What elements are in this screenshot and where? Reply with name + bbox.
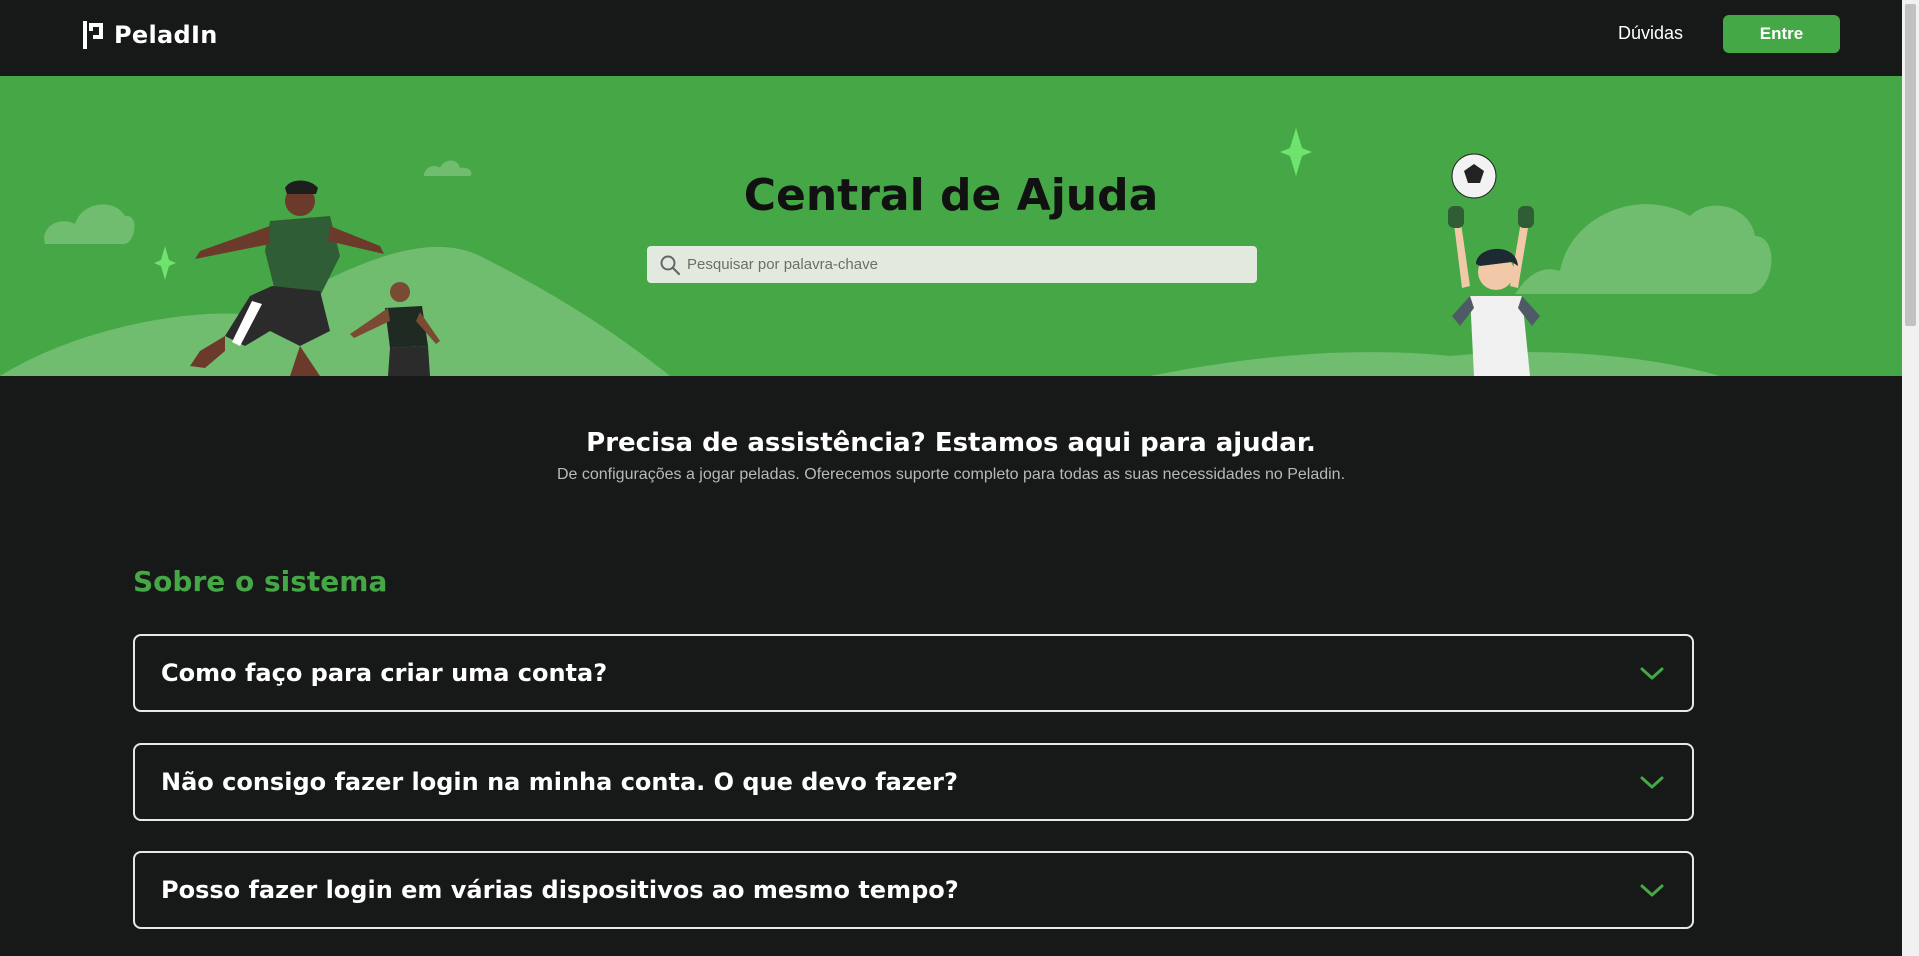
faq-item[interactable]: Posso fazer login em várias dispositivos… [133, 851, 1694, 929]
intro-title: Precisa de assistência? Estamos aqui par… [586, 428, 1316, 458]
chevron-down-icon[interactable] [1638, 663, 1666, 683]
hero-banner: Central de Ajuda [0, 76, 1902, 376]
logo-icon [83, 21, 103, 49]
faq-item[interactable]: Como faço para criar uma conta? [133, 634, 1694, 712]
faq-link[interactable]: Dúvidas [1618, 23, 1683, 44]
search-input[interactable] [687, 256, 1257, 273]
chevron-down-icon[interactable] [1638, 772, 1666, 792]
scrollbar[interactable] [1902, 0, 1919, 956]
hero-illustration [0, 128, 1772, 376]
scrollbar-thumb[interactable] [1905, 4, 1916, 326]
faq-question: Como faço para criar uma conta? [161, 659, 608, 687]
logo-text: PeladIn [114, 21, 218, 49]
search-bar[interactable] [647, 246, 1257, 283]
login-button[interactable]: Entre [1723, 15, 1840, 53]
search-icon [660, 255, 681, 275]
logo[interactable]: PeladIn [82, 20, 218, 50]
faq-section-title: Sobre o sistema [133, 565, 388, 598]
faq-item[interactable]: Não consigo fazer login na minha conta. … [133, 743, 1694, 821]
intro-subtitle: De configurações a jogar peladas. Oferec… [556, 466, 1346, 483]
faq-question: Não consigo fazer login na minha conta. … [161, 768, 958, 796]
page-title: Central de Ajuda [743, 170, 1159, 221]
faq-question: Posso fazer login em várias dispositivos… [161, 876, 959, 904]
navbar: PeladIn Dúvidas Entre [0, 0, 1902, 76]
chevron-down-icon[interactable] [1638, 880, 1666, 900]
